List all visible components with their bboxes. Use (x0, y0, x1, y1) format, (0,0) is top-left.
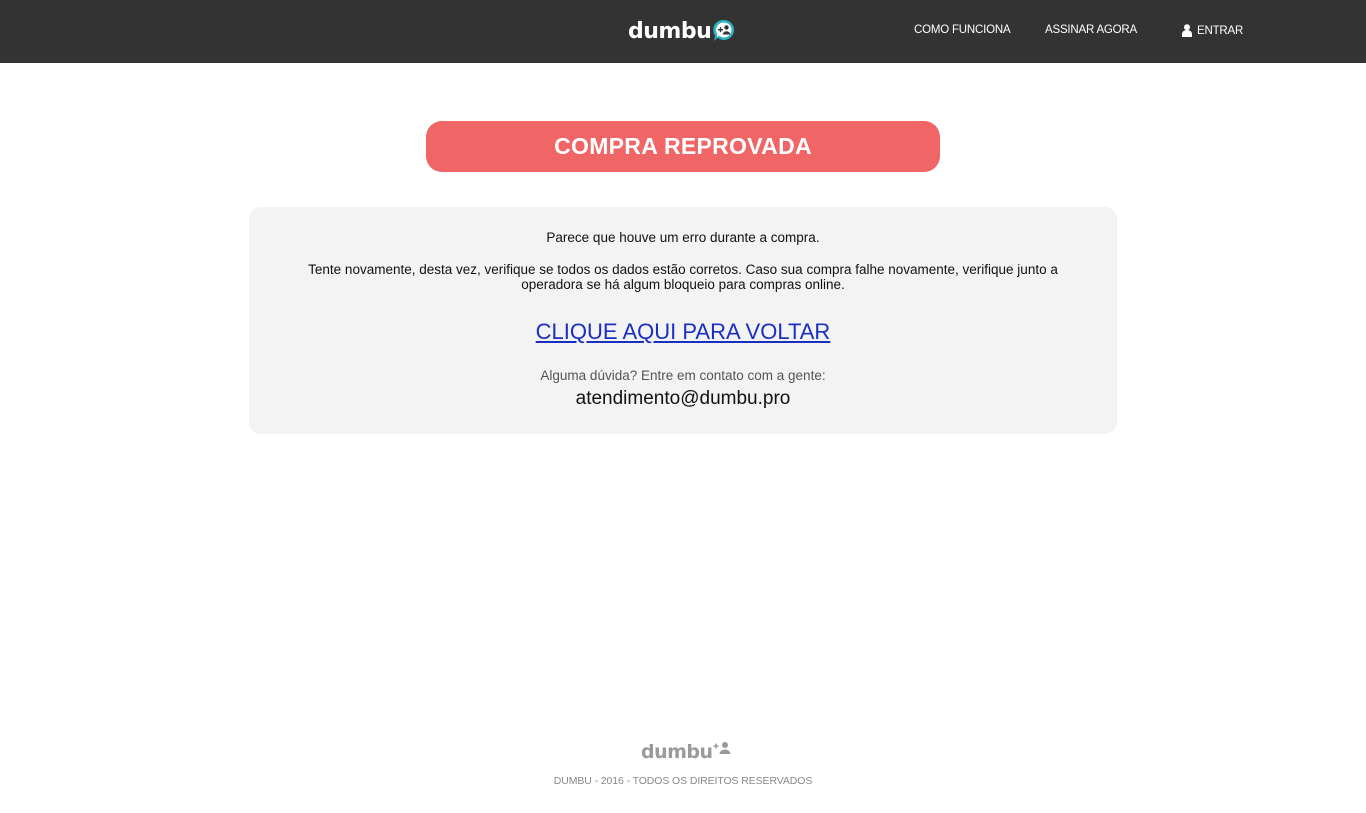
top-navbar: dumbu COMO FUNCIONA ASSINAR AGORA ENTRAR (0, 0, 1366, 63)
logo-wordmark: dumbu (628, 19, 712, 44)
error-intro-text: Parece que houve um erro durante a compr… (546, 230, 820, 245)
nav-login-label: ENTRAR (1197, 24, 1244, 37)
nav-how-it-works[interactable]: COMO FUNCIONA (914, 24, 1011, 36)
contact-email[interactable]: atendimento@dumbu.pro (249, 388, 1117, 410)
add-user-icon (713, 742, 731, 754)
footer-logo-wordmark: dumbu (641, 741, 713, 763)
error-detail-text: Tente novamente, desta vez, verifique se… (308, 262, 1058, 292)
nav-login[interactable]: ENTRAR (1182, 24, 1243, 37)
user-icon (1182, 24, 1192, 37)
message-panel: Parece que houve um erro durante a compr… (249, 207, 1117, 434)
nav-subscribe-now[interactable]: ASSINAR AGORA (1045, 24, 1137, 36)
add-user-bubble-icon (713, 19, 735, 41)
purchase-declined-banner: COMPRA REPROVADA (426, 121, 940, 172)
help-text: Alguma dúvida? Entre em contato com a ge… (540, 368, 826, 383)
footer-logo: dumbu (641, 740, 733, 764)
back-link[interactable]: CLIQUE AQUI PARA VOLTAR (249, 319, 1117, 345)
header-logo[interactable]: dumbu (628, 17, 736, 47)
footer-copyright: DUMBU - 2016 - TODOS OS DIREITOS RESERVA… (553, 775, 813, 787)
back-link-label[interactable]: CLIQUE AQUI PARA VOLTAR (536, 319, 831, 344)
